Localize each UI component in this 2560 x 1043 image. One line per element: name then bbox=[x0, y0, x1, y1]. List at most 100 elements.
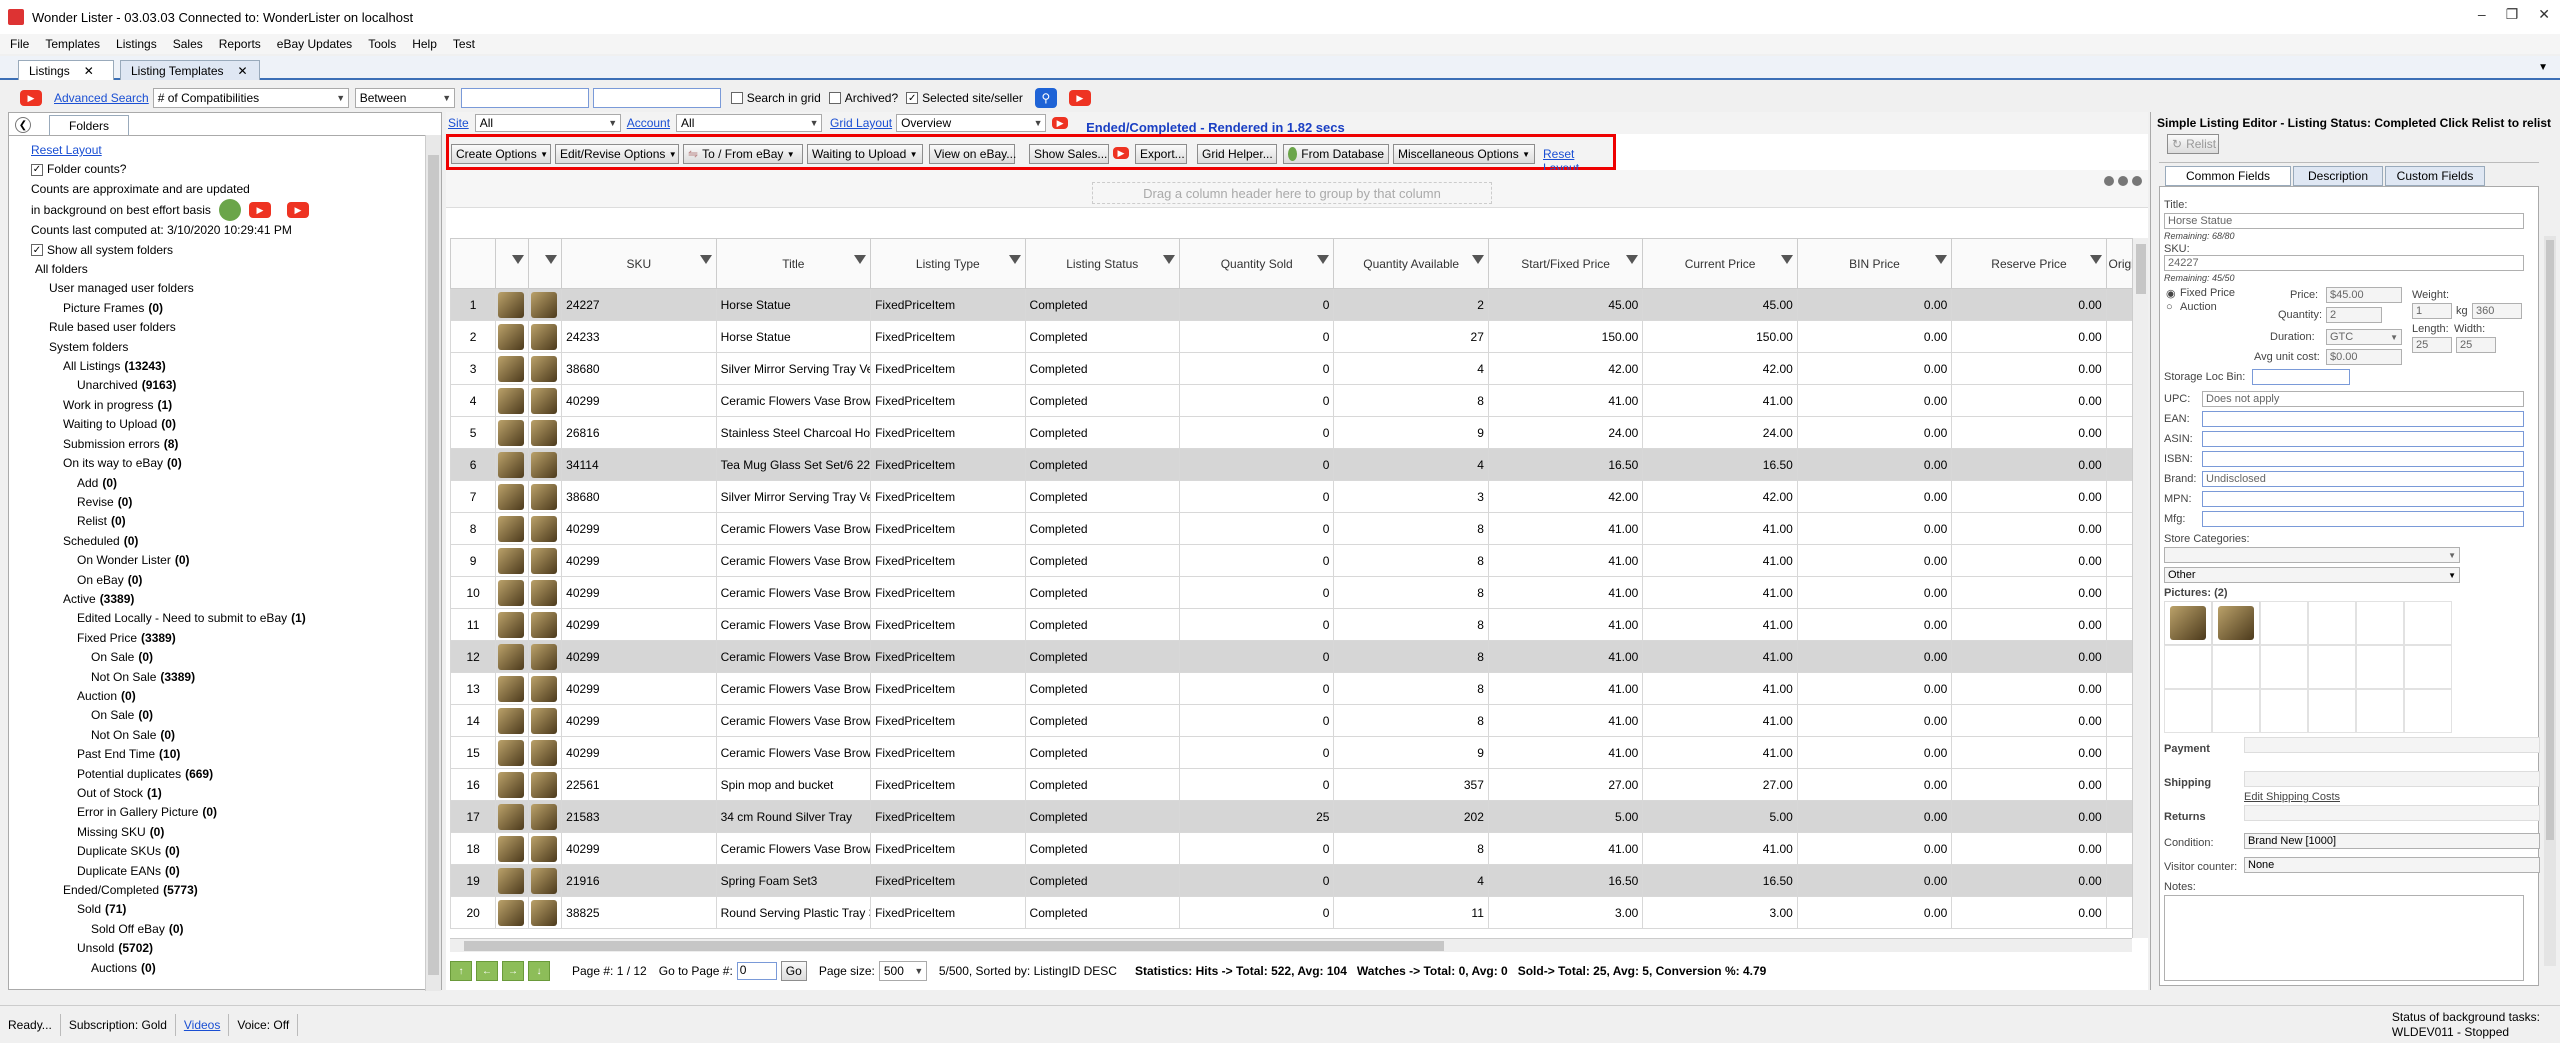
filter-icon[interactable] bbox=[1935, 255, 1948, 264]
previous-page-icon[interactable]: ← bbox=[476, 961, 498, 981]
video-help-icon[interactable]: ▶ bbox=[248, 202, 271, 219]
minimize-icon[interactable]: – bbox=[2478, 6, 2486, 23]
show-system-folders-checkbox[interactable]: ✓ bbox=[31, 244, 43, 257]
site-link[interactable]: Site bbox=[448, 116, 469, 130]
folder-node[interactable]: On Sale (0) bbox=[31, 706, 309, 725]
weight-field-2[interactable]: 360 bbox=[2472, 303, 2522, 319]
picture-slot[interactable] bbox=[2308, 645, 2356, 689]
auction-radio[interactable]: ○ bbox=[2166, 301, 2173, 313]
picture-slot[interactable] bbox=[2356, 645, 2404, 689]
video-help-icon[interactable]: ▶ bbox=[20, 90, 42, 106]
image-column-header[interactable] bbox=[528, 238, 563, 289]
grid-horizontal-scrollbar[interactable] bbox=[450, 938, 2132, 952]
close-icon[interactable]: ✕ bbox=[2538, 6, 2550, 23]
folder-node[interactable]: Duplicate EANs (0) bbox=[31, 862, 309, 881]
table-row[interactable]: 3 38680 Silver Mirror Serving Tray Ve Fixed… bbox=[450, 352, 2132, 385]
grid-options-icon[interactable] bbox=[2104, 176, 2142, 186]
picture-slot[interactable] bbox=[2404, 645, 2452, 689]
menu-test[interactable]: Test bbox=[453, 37, 475, 51]
image-column-header[interactable] bbox=[495, 238, 530, 289]
folder-node[interactable]: Work in progress (1) bbox=[31, 396, 309, 415]
table-row[interactable]: 17 21583 34 cm Round Silver Tray FixedPrice… bbox=[450, 800, 2132, 833]
brand-field[interactable]: Undisclosed bbox=[2202, 471, 2524, 487]
filter-icon[interactable] bbox=[512, 255, 525, 264]
column-header[interactable]: Reserve Price bbox=[1951, 238, 2107, 289]
grid-layout-link[interactable]: Grid Layout bbox=[830, 116, 892, 130]
edit-shipping-costs-link[interactable]: Edit Shipping Costs bbox=[2244, 791, 2340, 803]
table-row[interactable]: 1 24227 Horse Statue FixedPriceItem Complete… bbox=[450, 288, 2132, 321]
tab-listings[interactable]: Listings ✕ bbox=[18, 60, 114, 80]
advanced-search-link[interactable]: Advanced Search bbox=[54, 91, 149, 105]
folder-node[interactable]: Missing SKU (0) bbox=[31, 823, 309, 842]
scroll-thumb[interactable] bbox=[428, 155, 439, 975]
folder-node[interactable]: User managed user folders bbox=[31, 279, 309, 298]
ean-field[interactable] bbox=[2202, 411, 2524, 427]
filter-icon[interactable] bbox=[1626, 255, 1639, 264]
folder-node[interactable]: All folders bbox=[31, 260, 309, 279]
menu-sales[interactable]: Sales bbox=[173, 37, 203, 51]
folder-node[interactable]: Waiting to Upload (0) bbox=[31, 415, 309, 434]
table-row[interactable]: 8 40299 Ceramic Flowers Vase Brow FixedPric… bbox=[450, 512, 2132, 545]
table-row[interactable]: 9 40299 Ceramic Flowers Vase Brow FixedPric… bbox=[450, 544, 2132, 577]
go-button[interactable]: Go bbox=[780, 961, 807, 981]
scroll-thumb[interactable] bbox=[2546, 240, 2554, 840]
table-row[interactable]: 2 24233 Horse Statue FixedPriceItem Complete… bbox=[450, 320, 2132, 353]
show-sales-button[interactable]: Show Sales... bbox=[1029, 144, 1109, 164]
menu-ebay-updates[interactable]: eBay Updates bbox=[277, 37, 352, 51]
picture-slot[interactable] bbox=[2212, 689, 2260, 733]
tab-folders[interactable]: Folders bbox=[49, 115, 129, 135]
close-tab-icon[interactable]: ✕ bbox=[84, 64, 94, 78]
column-header[interactable]: Quantity Sold bbox=[1178, 238, 1335, 289]
folder-node[interactable]: Revise (0) bbox=[31, 493, 309, 512]
search-from-input[interactable] bbox=[460, 88, 589, 108]
picture-slot[interactable] bbox=[2308, 689, 2356, 733]
column-header[interactable]: BIN Price bbox=[1796, 238, 1953, 289]
folder-node[interactable]: Sold (71) bbox=[31, 900, 309, 919]
fixed-price-radio[interactable]: ◉ bbox=[2166, 287, 2176, 300]
relist-button[interactable]: ↻ Relist bbox=[2167, 134, 2219, 154]
tab-custom-fields[interactable]: Custom Fields bbox=[2385, 166, 2485, 186]
site-select[interactable]: All ▼ bbox=[474, 114, 621, 132]
picture-thumbnail[interactable] bbox=[2212, 601, 2260, 645]
folder-node[interactable]: Out of Stock (1) bbox=[31, 784, 309, 803]
shipping-field[interactable] bbox=[2244, 771, 2540, 787]
folder-node[interactable]: Auction (0) bbox=[31, 687, 309, 706]
picture-slot[interactable] bbox=[2260, 689, 2308, 733]
column-header[interactable]: Quantity Available bbox=[1333, 238, 1489, 289]
create-options-button[interactable]: Create Options ▼ bbox=[451, 144, 551, 164]
folder-node[interactable]: Relist (0) bbox=[31, 512, 309, 531]
video-help-icon[interactable]: ▶ bbox=[1068, 90, 1091, 106]
view-on-ebay-button[interactable]: View on eBay... bbox=[929, 144, 1016, 164]
search-icon[interactable]: ⚲ bbox=[1034, 88, 1057, 108]
filter-icon[interactable] bbox=[1471, 255, 1484, 264]
operator-select[interactable]: Between ▼ bbox=[354, 88, 455, 108]
videos-link[interactable]: Videos bbox=[176, 1013, 230, 1036]
picture-slot[interactable] bbox=[2356, 601, 2404, 645]
search-field-select[interactable]: # of Compatibilities ▼ bbox=[152, 88, 349, 108]
filter-icon[interactable] bbox=[1008, 255, 1021, 264]
folder-node[interactable]: System folders bbox=[31, 338, 309, 357]
tab-listing-templates[interactable]: Listing Templates ✕ bbox=[120, 60, 260, 80]
upc-field[interactable]: Does not apply bbox=[2202, 391, 2524, 407]
filter-icon[interactable] bbox=[1162, 255, 1175, 264]
folder-node[interactable]: Submission errors (8) bbox=[31, 435, 309, 454]
table-row[interactable]: 18 40299 Ceramic Flowers Vase Brow FixedPri… bbox=[450, 832, 2132, 865]
folders-scrollbar[interactable] bbox=[425, 135, 441, 991]
width-field[interactable]: 25 bbox=[2456, 337, 2496, 353]
scroll-thumb[interactable] bbox=[464, 941, 1444, 951]
video-help-icon[interactable]: ▶ bbox=[1113, 147, 1129, 159]
menu-templates[interactable]: Templates bbox=[45, 37, 100, 51]
column-header[interactable]: Listing Status bbox=[1024, 238, 1180, 289]
video-help-icon[interactable]: ▶ bbox=[286, 202, 309, 219]
folder-node[interactable]: Ended/Completed (5773) bbox=[31, 881, 309, 900]
column-header[interactable]: SKU bbox=[561, 238, 717, 289]
table-row[interactable]: 7 38680 Silver Mirror Serving Tray Ve Fixed… bbox=[450, 480, 2132, 513]
folder-node[interactable]: On eBay (0) bbox=[31, 571, 309, 590]
folder-node[interactable]: Potential duplicates (669) bbox=[31, 765, 309, 784]
account-link[interactable]: Account bbox=[627, 116, 670, 130]
folder-node[interactable]: Not On Sale (0) bbox=[31, 726, 309, 745]
filter-icon[interactable] bbox=[545, 255, 558, 264]
picture-slot[interactable] bbox=[2260, 601, 2308, 645]
column-header[interactable]: Origina bbox=[2105, 238, 2132, 289]
folder-node[interactable]: All Listings (13243) bbox=[31, 357, 309, 376]
